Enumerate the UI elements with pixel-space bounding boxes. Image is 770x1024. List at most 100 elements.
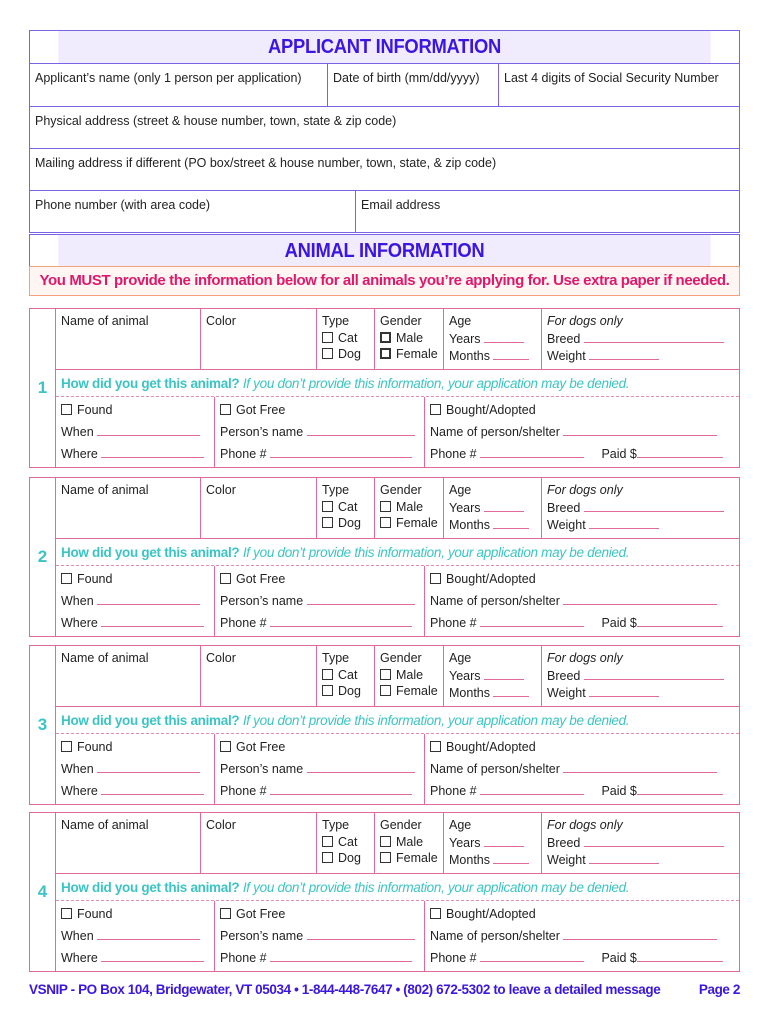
seller-phone-input[interactable] xyxy=(480,782,585,795)
persons-name-input[interactable] xyxy=(306,423,415,436)
got-free-checkbox[interactable]: Got Free xyxy=(220,568,419,590)
years-input[interactable] xyxy=(484,499,524,512)
where-input[interactable] xyxy=(101,782,205,795)
phone-input[interactable] xyxy=(270,782,413,795)
gender-male-checkbox[interactable]: Male xyxy=(380,499,438,516)
paid-input[interactable] xyxy=(636,445,723,458)
type-dog-checkbox[interactable]: Dog xyxy=(322,515,369,532)
weight-input[interactable] xyxy=(589,516,660,529)
found-checkbox[interactable]: Found xyxy=(61,568,209,590)
applicant-information-section: APPLICANT INFORMATION Applicant’s name (… xyxy=(29,30,740,233)
phone-field[interactable]: Phone number (with area code) xyxy=(30,191,355,232)
months-input[interactable] xyxy=(493,516,530,529)
found-checkbox[interactable]: Found xyxy=(61,736,209,758)
type-dog-checkbox[interactable]: Dog xyxy=(322,683,369,700)
animal-name-field[interactable]: Name of animal xyxy=(56,478,200,538)
person-shelter-input[interactable] xyxy=(563,927,718,940)
seller-phone-input[interactable] xyxy=(480,614,585,627)
months-input[interactable] xyxy=(493,851,530,864)
person-shelter-input[interactable] xyxy=(563,760,718,773)
found-checkbox[interactable]: Found xyxy=(61,903,209,925)
gender-female-checkbox[interactable]: Female xyxy=(380,346,438,363)
when-input[interactable] xyxy=(97,927,201,940)
paid-input[interactable] xyxy=(636,614,723,627)
animal-name-field[interactable]: Name of animal xyxy=(56,813,200,873)
paid-input[interactable] xyxy=(636,782,723,795)
gender-female-checkbox[interactable]: Female xyxy=(380,515,438,532)
animal-age-field: Age Years Months xyxy=(443,646,541,706)
where-input[interactable] xyxy=(101,614,205,627)
breed-input[interactable] xyxy=(583,667,724,680)
animal-type-field: Type Cat Dog xyxy=(316,646,374,706)
type-cat-checkbox[interactable]: Cat xyxy=(322,330,369,347)
animal-color-field[interactable]: Color xyxy=(200,646,316,706)
bought-checkbox[interactable]: Bought/Adopted xyxy=(430,568,734,590)
found-checkbox[interactable]: Found xyxy=(61,399,209,421)
got-free-checkbox[interactable]: Got Free xyxy=(220,399,419,421)
weight-input[interactable] xyxy=(589,851,660,864)
type-cat-checkbox[interactable]: Cat xyxy=(322,667,369,684)
when-input[interactable] xyxy=(97,592,201,605)
years-input[interactable] xyxy=(484,667,524,680)
years-input[interactable] xyxy=(484,834,524,847)
animal-name-field[interactable]: Name of animal xyxy=(56,646,200,706)
persons-name-input[interactable] xyxy=(306,927,415,940)
got-free-checkbox[interactable]: Got Free xyxy=(220,903,419,925)
breed-input[interactable] xyxy=(583,499,724,512)
phone-input[interactable] xyxy=(270,445,413,458)
animal-block: 4 Name of animal Color Type Cat Dog Gend… xyxy=(29,812,740,972)
gender-female-checkbox[interactable]: Female xyxy=(380,683,438,700)
months-input[interactable] xyxy=(493,684,530,697)
breed-input[interactable] xyxy=(583,834,724,847)
seller-phone-input[interactable] xyxy=(480,445,585,458)
got-free-label: Got Free xyxy=(236,740,286,754)
type-label: Type xyxy=(322,651,350,665)
bought-checkbox[interactable]: Bought/Adopted xyxy=(430,399,734,421)
weight-input[interactable] xyxy=(589,684,660,697)
bought-checkbox[interactable]: Bought/Adopted xyxy=(430,903,734,925)
years-input[interactable] xyxy=(484,330,524,343)
gender-male-checkbox[interactable]: Male xyxy=(380,330,438,347)
when-input[interactable] xyxy=(97,760,201,773)
animal-name-field[interactable]: Name of animal xyxy=(56,309,200,369)
type-cat-checkbox[interactable]: Cat xyxy=(322,834,369,851)
where-input[interactable] xyxy=(101,445,205,458)
got-free-checkbox[interactable]: Got Free xyxy=(220,736,419,758)
where-input[interactable] xyxy=(101,949,205,962)
persons-name-input[interactable] xyxy=(306,592,415,605)
weight-input[interactable] xyxy=(589,347,660,360)
gender-female-checkbox[interactable]: Female xyxy=(380,850,438,867)
gender-male-checkbox[interactable]: Male xyxy=(380,834,438,851)
person-shelter-input[interactable] xyxy=(563,423,718,436)
phone-input[interactable] xyxy=(270,614,413,627)
email-field[interactable]: Email address xyxy=(355,191,739,232)
dob-field[interactable]: Date of birth (mm/dd/yyyy) xyxy=(327,64,498,106)
months-label: Months xyxy=(449,686,490,700)
seller-phone-input[interactable] xyxy=(480,949,585,962)
animal-color-label: Color xyxy=(206,651,236,665)
applicant-name-field[interactable]: Applicant’s name (only 1 person per appl… xyxy=(30,64,327,106)
type-dog-checkbox[interactable]: Dog xyxy=(322,346,369,363)
animal-color-field[interactable]: Color xyxy=(200,478,316,538)
when-label: When xyxy=(61,594,94,608)
when-input[interactable] xyxy=(97,423,201,436)
animal-color-field[interactable]: Color xyxy=(200,813,316,873)
ssn-field[interactable]: Last 4 digits of Social Security Number xyxy=(498,64,739,106)
gender-male-checkbox[interactable]: Male xyxy=(380,667,438,684)
physical-address-field[interactable]: Physical address (street & house number,… xyxy=(30,107,739,148)
when-label: When xyxy=(61,762,94,776)
persons-name-input[interactable] xyxy=(306,760,415,773)
animal-color-field[interactable]: Color xyxy=(200,309,316,369)
paid-input[interactable] xyxy=(636,949,723,962)
found-label: Found xyxy=(77,572,113,586)
checkbox-icon xyxy=(61,908,72,919)
mailing-address-field[interactable]: Mailing address if different (PO box/str… xyxy=(30,149,739,190)
type-dog-checkbox[interactable]: Dog xyxy=(322,850,369,867)
bought-checkbox[interactable]: Bought/Adopted xyxy=(430,736,734,758)
type-cat-checkbox[interactable]: Cat xyxy=(322,499,369,516)
months-input[interactable] xyxy=(493,347,530,360)
phone-input[interactable] xyxy=(270,949,413,962)
male-label: Male xyxy=(396,834,424,849)
person-shelter-input[interactable] xyxy=(563,592,718,605)
breed-input[interactable] xyxy=(583,330,724,343)
